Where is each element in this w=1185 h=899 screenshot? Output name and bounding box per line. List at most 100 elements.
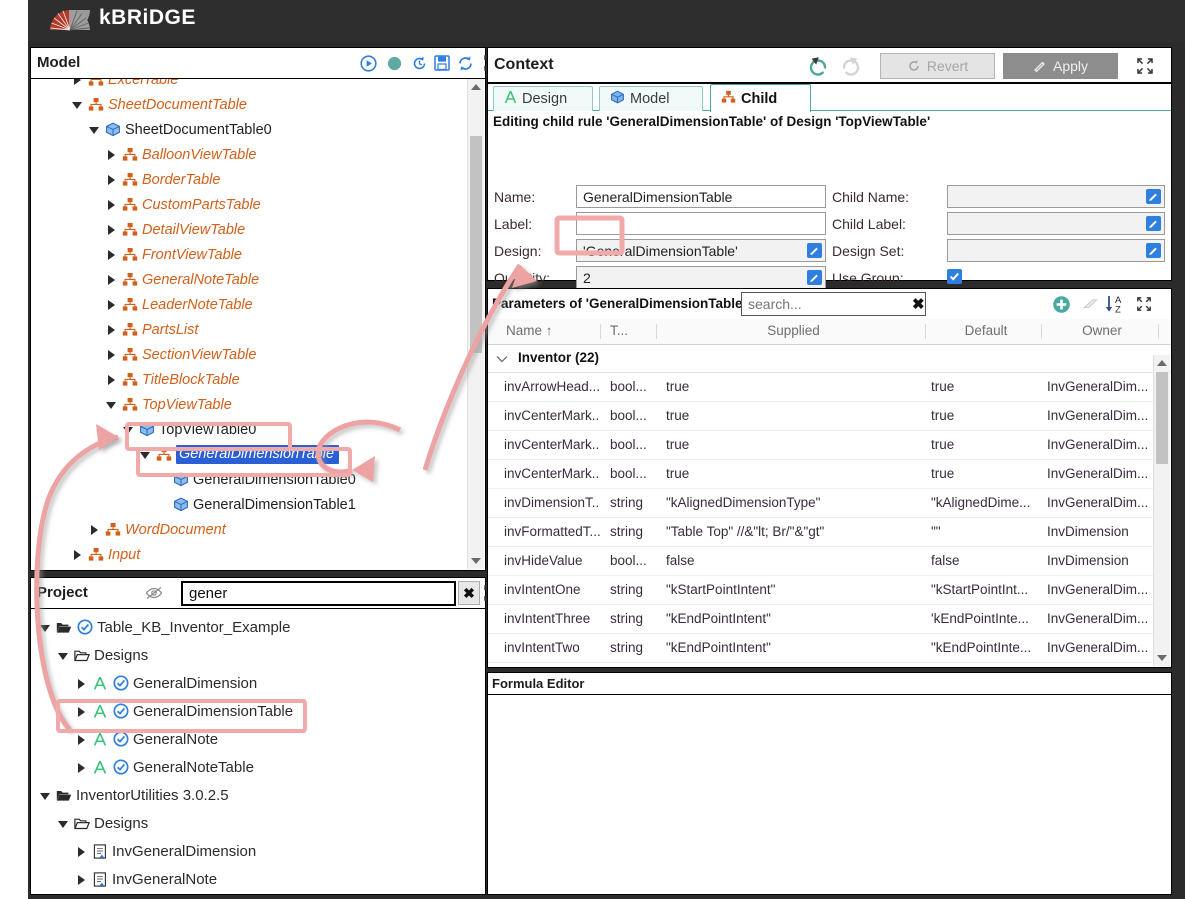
expand-triangle-icon[interactable] xyxy=(105,173,118,186)
design-set-edit-pencil-icon[interactable] xyxy=(1146,243,1161,258)
table-row[interactable]: invFormattedT... string "Table Top" //&"lt… xyxy=(488,518,1171,547)
column-divider[interactable] xyxy=(1041,324,1042,339)
model-tree-item[interactable]: SheetDocumentTable0 xyxy=(31,117,485,142)
project-tree-item[interactable]: GeneralNote xyxy=(31,725,485,753)
model-tree-item[interactable]: GeneralDimensionTable0 xyxy=(31,467,485,492)
quantity-edit-pencil-icon[interactable] xyxy=(807,270,822,285)
model-tree-item[interactable]: Input xyxy=(31,542,485,567)
project-tree-item[interactable]: Designs xyxy=(31,641,485,669)
revert-button[interactable]: Revert xyxy=(880,53,995,79)
expand-triangle-icon[interactable] xyxy=(75,761,88,774)
model-tree-item[interactable]: PartsList xyxy=(31,317,485,342)
redo-icon[interactable] xyxy=(838,52,864,80)
model-tree-item[interactable]: LeaderNoteTable xyxy=(31,292,485,317)
expand-triangle-icon[interactable] xyxy=(71,79,84,86)
parameters-clear-search-button[interactable]: ✖ xyxy=(912,295,925,313)
design-edit-pencil-icon[interactable] xyxy=(807,243,822,258)
formula-editor-area[interactable] xyxy=(488,695,1171,894)
expand-triangle-icon[interactable] xyxy=(105,373,118,386)
save-icon[interactable] xyxy=(431,48,453,78)
model-tree-item[interactable]: SheetDocumentTable xyxy=(31,92,485,117)
project-tree-item[interactable]: GeneralDimension xyxy=(31,669,485,697)
table-row[interactable]: invCenterMark... bool... true true InvGenera… xyxy=(488,402,1171,431)
child-name-edit-pencil-icon[interactable] xyxy=(1146,189,1161,204)
collapse-triangle-icon[interactable] xyxy=(122,423,135,436)
expand-triangle-icon[interactable] xyxy=(105,248,118,261)
table-row[interactable]: invIntentThree string "kEndPointIntent" 'kE… xyxy=(488,605,1171,634)
child-label-input[interactable] xyxy=(947,212,1165,235)
expand-triangle-icon[interactable] xyxy=(105,298,118,311)
parameters-search-input[interactable] xyxy=(741,292,926,316)
column-header-owner[interactable]: Owner xyxy=(1047,323,1157,338)
collapse-triangle-icon[interactable] xyxy=(57,817,70,830)
scroll-up-icon[interactable] xyxy=(1154,355,1170,371)
model-tree-item[interactable]: WordDocument xyxy=(31,517,485,542)
parameters-scrollbar[interactable] xyxy=(1153,355,1170,666)
column-divider[interactable] xyxy=(600,324,601,339)
child-label-edit-pencil-icon[interactable] xyxy=(1146,216,1161,231)
model-tree-item[interactable]: FrontViewTable xyxy=(31,242,485,267)
run-icon[interactable] xyxy=(357,48,379,78)
collapse-triangle-icon[interactable] xyxy=(105,398,118,411)
design-set-input[interactable] xyxy=(947,239,1165,262)
column-header-default[interactable]: Default xyxy=(931,323,1041,338)
expand-triangle-icon[interactable] xyxy=(105,323,118,336)
model-tree-item[interactable]: SectionViewTable xyxy=(31,342,485,367)
expand-triangle-icon[interactable] xyxy=(71,548,84,561)
quantity-input[interactable] xyxy=(576,266,826,289)
model-tree-item[interactable]: BalloonViewTable xyxy=(31,142,485,167)
scroll-thumb[interactable] xyxy=(1156,372,1168,464)
model-tree-item[interactable]: GeneralDimensionTable xyxy=(31,442,485,467)
history-icon[interactable] xyxy=(408,48,430,78)
column-header-supplied[interactable]: Supplied xyxy=(666,323,921,338)
table-row[interactable]: invIntentTwo string "kEndPointIntent" "kEnd… xyxy=(488,634,1171,663)
project-tree-item[interactable]: InvGeneralDimension xyxy=(31,837,485,865)
model-tree-item[interactable]: GeneralNoteTable xyxy=(31,267,485,292)
project-tree-item[interactable]: Designs xyxy=(31,809,485,837)
column-divider[interactable] xyxy=(925,324,926,339)
model-tree-item[interactable]: TitleBlockTable xyxy=(31,367,485,392)
table-row[interactable]: invArrowHead... bool... true true InvGeneral… xyxy=(488,373,1171,402)
expand-triangle-icon[interactable] xyxy=(75,705,88,718)
group-collapse-icon[interactable] xyxy=(496,351,508,366)
table-row[interactable]: invDimensionT... string "kAlignedDimension… xyxy=(488,489,1171,518)
column-header-name[interactable]: Name ↑ xyxy=(506,323,586,338)
collapse-triangle-icon[interactable] xyxy=(139,448,152,461)
project-tree-item[interactable]: InvGeneralNote xyxy=(31,865,485,893)
project-tree-item[interactable]: GeneralDimensionTable xyxy=(31,697,485,725)
erase-icon[interactable] xyxy=(1077,290,1101,318)
eye-slash-icon[interactable] xyxy=(143,578,165,608)
name-input[interactable] xyxy=(576,185,826,208)
maximize-icon[interactable] xyxy=(1132,52,1158,80)
collapse-triangle-icon[interactable] xyxy=(57,649,70,662)
expand-triangle-icon[interactable] xyxy=(75,845,88,858)
model-tree-item[interactable]: CustomPartsTable xyxy=(31,192,485,217)
expand-triangle-icon[interactable] xyxy=(105,198,118,211)
status-dot-icon[interactable] xyxy=(383,48,405,78)
clear-search-button[interactable]: ✖ xyxy=(458,581,480,605)
apply-button[interactable]: Apply xyxy=(1003,53,1118,79)
design-input[interactable] xyxy=(576,239,826,262)
collapse-triangle-icon[interactable] xyxy=(39,789,52,802)
table-row[interactable]: invIntentOne string "kStartPointIntent" "kS… xyxy=(488,576,1171,605)
sort-az-icon[interactable]: AZ xyxy=(1102,290,1128,318)
parameter-group-row[interactable]: Inventor (22) xyxy=(488,344,1171,373)
expand-triangle-icon[interactable] xyxy=(75,677,88,690)
use-group-checkbox[interactable] xyxy=(947,269,962,284)
project-tree-item[interactable]: Table_KB_Inventor_Example xyxy=(31,613,485,641)
collapse-triangle-icon[interactable] xyxy=(71,98,84,111)
scroll-thumb[interactable] xyxy=(470,136,482,353)
project-tree-item[interactable]: InventorUtilities 3.0.2.5 xyxy=(31,781,485,809)
project-search-input[interactable] xyxy=(181,581,456,606)
tab-model[interactable]: Model xyxy=(599,86,703,111)
model-tree[interactable]: ExcelTable SheetDocumentTable SheetDocumen… xyxy=(31,79,485,570)
child-name-input[interactable] xyxy=(947,185,1165,208)
model-tree-item[interactable]: DetailViewTable xyxy=(31,217,485,242)
expand-triangle-icon[interactable] xyxy=(75,733,88,746)
refresh-icon[interactable] xyxy=(454,48,476,78)
project-tree[interactable]: Table_KB_Inventor_Example Designs GeneralD… xyxy=(31,609,485,894)
undo-icon[interactable] xyxy=(805,52,831,80)
column-divider[interactable] xyxy=(656,324,657,339)
column-divider[interactable] xyxy=(1158,324,1159,339)
maximize-icon[interactable] xyxy=(1132,290,1156,318)
